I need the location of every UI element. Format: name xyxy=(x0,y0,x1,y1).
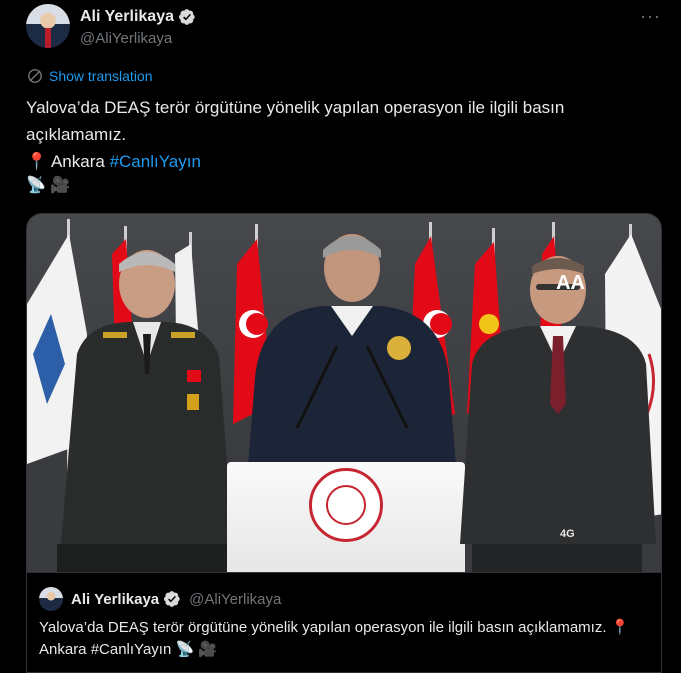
pin-emoji: 📍 xyxy=(26,152,48,171)
quoted-display-name: Ali Yerlikaya xyxy=(71,590,160,608)
show-translation-link[interactable]: Show translation xyxy=(27,68,153,84)
verified-badge-icon xyxy=(178,9,195,25)
quoted-text: Yalova’da DEAŞ terör örgütüne yönelik ya… xyxy=(39,619,630,658)
tweet-header: Ali Yerlikaya @AliYerlikaya xyxy=(26,4,681,50)
media-video[interactable]: AA 4G xyxy=(26,213,662,573)
ministry-seal xyxy=(309,468,383,542)
author-handle[interactable]: @AliYerlikaya xyxy=(80,30,172,47)
more-icon[interactable]: ··· xyxy=(640,6,661,27)
quoted-name-row: Ali Yerlikaya @AliYerlikaya xyxy=(71,590,281,608)
quoted-handle: @AliYerlikaya xyxy=(189,590,282,608)
translate-globe-icon xyxy=(28,69,42,83)
avatar[interactable] xyxy=(26,4,70,48)
show-translation-label: Show translation xyxy=(49,68,153,84)
official-right xyxy=(460,256,656,572)
hashtag-link[interactable]: #CanlıYayın xyxy=(110,152,201,171)
display-name[interactable]: Ali Yerlikaya xyxy=(80,8,174,26)
author-name-row: Ali Yerlikaya xyxy=(80,8,196,26)
verified-badge-icon xyxy=(164,591,180,607)
speaker-center xyxy=(247,234,457,478)
podium xyxy=(227,462,465,572)
tweet-location-line: 📍 Ankara #CanlıYayın xyxy=(26,148,656,175)
emoji-line: 📡 🎥 xyxy=(26,177,71,194)
tweet-text: Yalova’da DEAŞ terör örgütüne yönelik ya… xyxy=(26,94,656,175)
location-text: Ankara xyxy=(50,152,105,171)
officer-left xyxy=(57,250,237,572)
quoted-tweet[interactable]: Ali Yerlikaya @AliYerlikaya Yalova’da DE… xyxy=(26,573,662,673)
quoted-avatar xyxy=(39,587,63,611)
tweet-text-body: Yalova’da DEAŞ terör örgütüne yönelik ya… xyxy=(26,98,565,144)
aa-watermark: AA xyxy=(556,272,585,294)
channel-tag: 4G xyxy=(560,528,575,540)
